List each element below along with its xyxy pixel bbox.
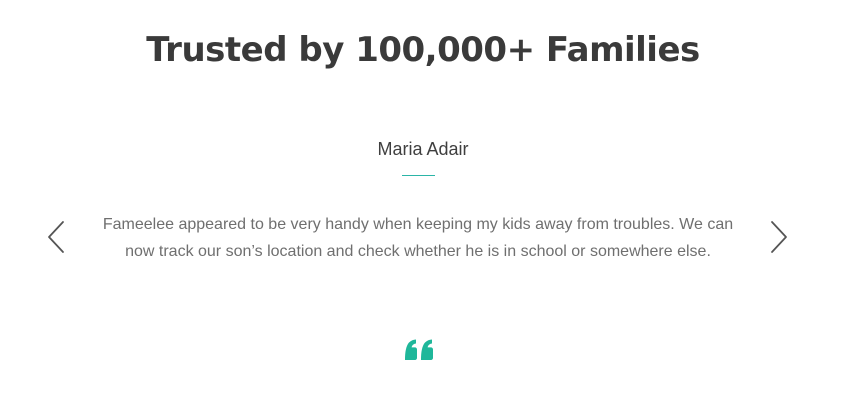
testimonial-author-name: Maria Adair xyxy=(377,139,469,159)
next-testimonial-button[interactable] xyxy=(767,220,789,254)
name-divider xyxy=(402,175,435,176)
section-title: Trusted by 100,000+ Families xyxy=(146,30,700,70)
testimonial-quote-text: Fameelee appeared to be very handy when … xyxy=(102,216,734,260)
previous-testimonial-button[interactable] xyxy=(46,220,68,254)
chevron-right-icon xyxy=(771,221,787,253)
chevron-left-icon xyxy=(48,221,64,253)
quote-icon xyxy=(403,338,435,362)
